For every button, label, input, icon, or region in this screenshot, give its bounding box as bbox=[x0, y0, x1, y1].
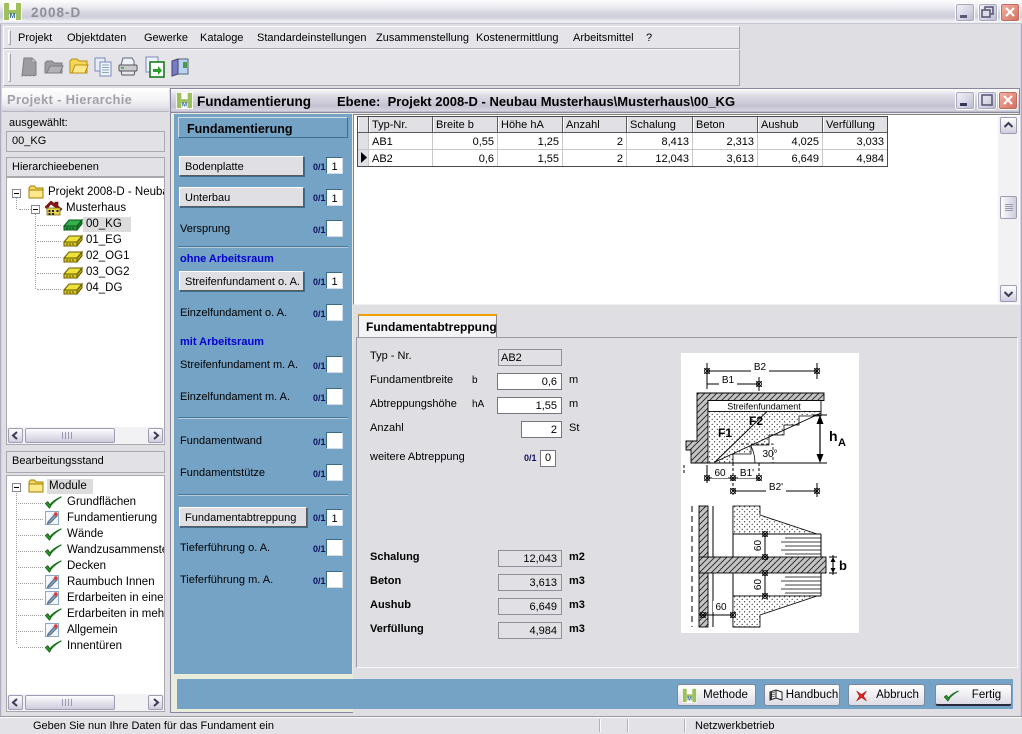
svg-text:F2: F2 bbox=[749, 414, 763, 428]
svg-text:30°: 30° bbox=[762, 449, 777, 460]
svg-text:A: A bbox=[838, 437, 846, 449]
svg-text:B1: B1 bbox=[722, 375, 735, 386]
svg-text:F1: F1 bbox=[718, 426, 732, 440]
svg-text:Streifenfundament: Streifenfundament bbox=[727, 402, 801, 412]
svg-text:60: 60 bbox=[715, 602, 727, 613]
svg-text:60: 60 bbox=[714, 468, 726, 479]
svg-text:M: M bbox=[687, 697, 692, 703]
svg-text:M: M bbox=[182, 101, 187, 108]
svg-text:M: M bbox=[10, 13, 16, 20]
svg-text:B2': B2' bbox=[769, 482, 783, 493]
svg-text:60: 60 bbox=[753, 540, 764, 552]
svg-text:B2: B2 bbox=[754, 362, 767, 373]
svg-text:h: h bbox=[829, 428, 838, 444]
svg-text:60: 60 bbox=[753, 579, 764, 591]
svg-text:b: b bbox=[839, 558, 847, 573]
svg-text:B1': B1' bbox=[740, 468, 754, 479]
